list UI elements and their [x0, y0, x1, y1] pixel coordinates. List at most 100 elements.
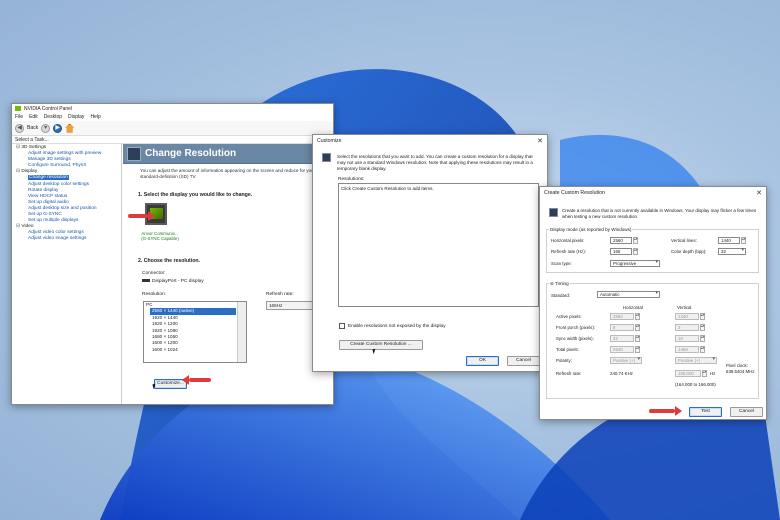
home-icon[interactable] [65, 123, 75, 133]
create-custom-resolution-dialog: Create Custom Resolution ✕ Create a reso… [539, 186, 767, 420]
nvidia-control-panel-window: NVIDIA Control Panel File Edit Desktop D… [11, 103, 334, 405]
total-pixels-label: Total pixels: [556, 347, 579, 352]
back-arrow-icon[interactable]: ◀ [15, 123, 24, 133]
polarity-h-select[interactable]: Positive (+) [610, 357, 642, 364]
connector-label: Connector: [142, 271, 166, 276]
active-pixels-label: Active pixels: [556, 314, 582, 319]
menu-edit[interactable]: Edit [29, 114, 38, 120]
refresh-rate-v-spinner[interactable]: ▴▾ [702, 370, 707, 377]
front-porch-v-input[interactable]: 3 [675, 324, 699, 331]
vertical-lines-label: Vertical lines: [671, 238, 697, 243]
customize-dialog: Customize ✕ Select the resolutions that … [312, 134, 548, 372]
sync-width-label: Sync width (pixels): [556, 336, 594, 341]
monitor-sub: (G-SYNC Capable) [141, 236, 179, 242]
horizontal-pixels-input[interactable]: 2560 [610, 237, 632, 244]
main-panel: Change Resolution You can adjust the amo… [123, 144, 333, 404]
vertical-lines-input[interactable]: 1440 [718, 237, 740, 244]
back-label[interactable]: Back [27, 125, 38, 131]
dropdown-icon[interactable]: ▾ [41, 123, 51, 133]
task-tree: 3D Settings Adjust image settings with p… [12, 144, 122, 404]
timing-group-title: ⊖ Timing [549, 281, 570, 287]
sync-width-h-input[interactable]: 32 [610, 335, 634, 342]
title-bar: NVIDIA Control Panel [12, 104, 333, 113]
front-porch-label: Front porch (pixels): [556, 325, 596, 330]
resolution-scrollbar[interactable] [237, 302, 246, 362]
pixel-clock-label: Pixel clock: [726, 363, 748, 368]
resolution-label: Resolution: [142, 292, 166, 297]
timing-group-title-text: Timing [555, 281, 569, 286]
menu-help[interactable]: Help [90, 114, 100, 120]
page-description: You can adjust the amount of information… [140, 168, 316, 179]
display-settings-icon [322, 153, 331, 162]
ok-button[interactable]: OK [466, 356, 499, 366]
cancel-button[interactable]: Cancel [730, 407, 763, 417]
refresh-rate-select[interactable]: 165Hz [266, 301, 318, 310]
connector-value: DisplayPort - PC display [142, 279, 204, 284]
task-label: Select a Task... [12, 136, 333, 144]
dialog-title-bar: Customize ✕ [313, 135, 547, 147]
refresh-rate-timing-label: Refresh rate: [556, 371, 582, 376]
front-porch-h-input[interactable]: 8 [610, 324, 634, 331]
standard-select[interactable]: Automatic [597, 291, 660, 298]
front-porch-h-spinner[interactable]: ▴▾ [635, 324, 640, 331]
front-porch-v-spinner[interactable]: ▴▾ [700, 324, 705, 331]
test-callout-arrow [649, 406, 682, 416]
resolutions-label: Resolutions: [338, 177, 365, 182]
custom-resolutions-list[interactable]: Click Create Custom Resolution to add it… [338, 183, 539, 307]
tree-item-label: Change resolution [28, 175, 69, 181]
active-pixels-h-spinner[interactable]: ▴▾ [635, 313, 640, 320]
page-header: Change Resolution [123, 144, 333, 164]
enable-resolutions-checkbox[interactable] [339, 323, 345, 329]
monitor-callout-arrow [128, 211, 155, 221]
resolution-list[interactable]: PC 2560 × 1440 (native) 1920 × 1440 1920… [143, 301, 247, 363]
cancel-button[interactable]: Cancel [507, 356, 540, 366]
empty-list-hint: Click Create Custom Resolution to add it… [341, 186, 434, 191]
active-pixels-v-input[interactable]: 1440 [675, 313, 699, 320]
step-2-heading: 2. Choose the resolution. [138, 258, 200, 264]
active-pixels-v-spinner[interactable]: ▴▾ [700, 313, 705, 320]
display-mode-group-title: Display mode (as reported by Windows) [549, 227, 633, 232]
close-icon[interactable]: ✕ [756, 189, 762, 197]
refresh-rate-input[interactable]: 165 [610, 248, 632, 255]
test-button[interactable]: Test [689, 407, 722, 417]
menu-file[interactable]: File [15, 114, 23, 120]
customize-callout-arrow [182, 375, 211, 385]
scan-type-select[interactable]: Progressive [610, 260, 660, 267]
total-pixels-v-input[interactable]: 1469 [675, 346, 699, 353]
color-depth-select[interactable]: 32 [718, 248, 746, 255]
horizontal-column-header: Horizontal [623, 305, 643, 310]
active-pixels-h-input[interactable]: 2560 [610, 313, 634, 320]
close-icon[interactable]: ✕ [537, 137, 543, 145]
nvidia-logo-icon [15, 106, 21, 111]
total-pixels-v-spinner[interactable]: ▴▾ [700, 346, 705, 353]
horizontal-pixels-spinner[interactable]: ▴▾ [633, 237, 638, 244]
toolbar: ◀ Back ▾ ▶ [12, 121, 333, 136]
dialog-description: Create a resolution that is not currentl… [562, 208, 757, 219]
polarity-v-select[interactable]: Positive (+) [675, 357, 717, 364]
refresh-rate-spinner[interactable]: ▴▾ [633, 248, 638, 255]
monitor-label[interactable]: Anvor Communic... (G-SYNC Capable) [135, 231, 185, 242]
refresh-rate-h-value: 240.74 KHz [610, 371, 633, 376]
vertical-column-header: Vertical [677, 305, 692, 310]
create-custom-resolution-button[interactable]: Create Custom Resolution ... [339, 340, 423, 350]
resolution-item[interactable]: 1600 × 1024 [144, 347, 246, 353]
forward-arrow-icon[interactable]: ▶ [53, 123, 63, 133]
refresh-rate-label: Refresh rate: [266, 292, 294, 297]
refresh-rate-v-input[interactable]: 165.000 [675, 370, 701, 377]
page-title: Change Resolution [145, 148, 237, 159]
hz-unit: Hz [710, 371, 716, 376]
color-depth-label: Color depth (bpp): [671, 249, 707, 254]
display-settings-icon [127, 146, 141, 161]
sync-width-v-spinner[interactable]: ▴▾ [700, 335, 705, 342]
dialog-title-bar: Create Custom Resolution ✕ [540, 187, 766, 199]
vertical-lines-spinner[interactable]: ▴▾ [741, 237, 746, 244]
menu-desktop[interactable]: Desktop [44, 114, 62, 120]
menu-display[interactable]: Display [68, 114, 84, 120]
tree-item[interactable]: Adjust video image settings [14, 236, 119, 242]
refresh-rate-label: Refresh rate (Hz): [551, 249, 586, 254]
enable-resolutions-label[interactable]: Enable resolutions not exposed by the di… [348, 324, 446, 329]
total-pixels-h-input[interactable]: 2640 [610, 346, 634, 353]
total-pixels-h-spinner[interactable]: ▴▾ [635, 346, 640, 353]
sync-width-v-input[interactable]: 10 [675, 335, 699, 342]
sync-width-h-spinner[interactable]: ▴▾ [635, 335, 640, 342]
